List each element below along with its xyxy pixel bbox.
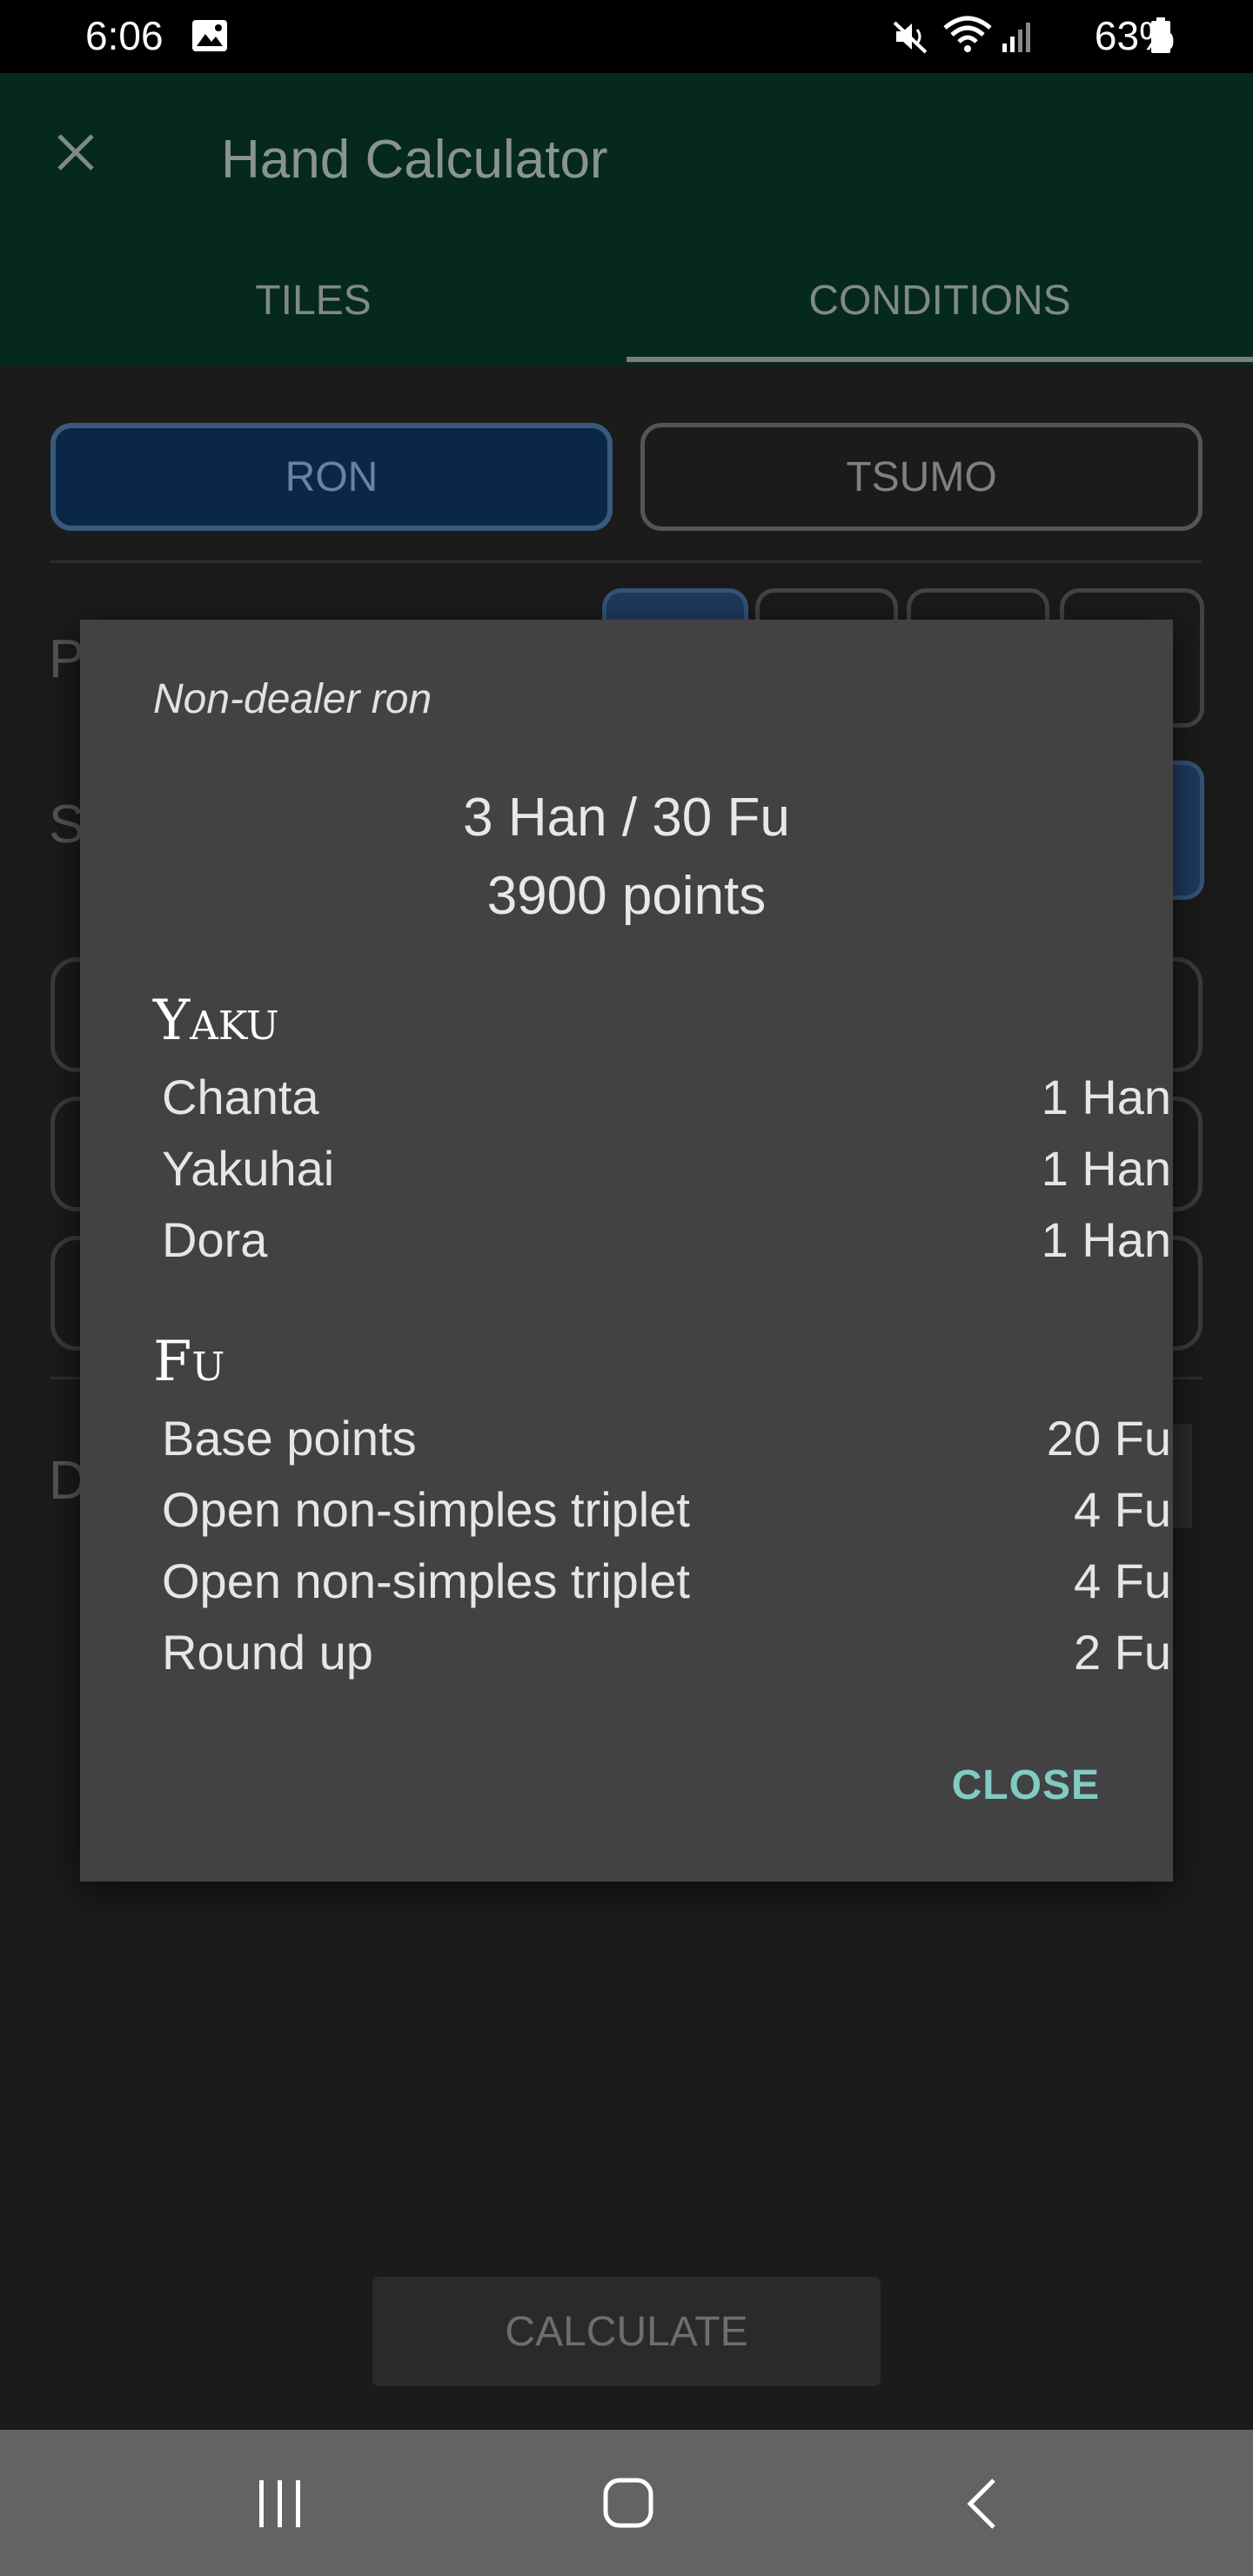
status-bar: 6:06 63%	[0, 0, 1253, 73]
yaku-name: Dora	[162, 1212, 268, 1267]
fu-value: 20 Fu	[1046, 1411, 1171, 1466]
fu-name: Round up	[162, 1625, 373, 1680]
signal-icon	[1002, 23, 1030, 52]
close-icon[interactable]	[54, 131, 97, 174]
status-time: 6:06	[85, 13, 164, 58]
yaku-row: Dora 1 Han	[162, 1211, 1171, 1268]
wifi-icon	[943, 16, 992, 52]
battery-icon	[1151, 17, 1170, 53]
recents-icon[interactable]	[254, 2479, 306, 2529]
fu-name: Open non-simples triplet	[162, 1553, 690, 1608]
fu-row: Open non-simples triplet 4 Fu	[162, 1553, 1171, 1609]
calculate-button[interactable]: CALCULATE	[372, 2277, 881, 2386]
han-fu-summary: 3 Han / 30 Fu	[463, 788, 790, 848]
yaku-row: Yakuhai 1 Han	[162, 1140, 1171, 1197]
fu-name: Base points	[162, 1411, 417, 1466]
result-dialog: Non-dealer ron 3 Han / 30 Fu 3900 points…	[80, 620, 1173, 1882]
fu-name: Open non-simples triplet	[162, 1482, 690, 1537]
fu-row: Open non-simples triplet 4 Fu	[162, 1481, 1171, 1538]
fu-value: 4 Fu	[1073, 1482, 1171, 1537]
fu-row: Base points 20 Fu	[162, 1410, 1171, 1466]
yaku-name: Yakuhai	[162, 1141, 335, 1196]
ron-button[interactable]: RON	[50, 423, 613, 531]
yaku-value: 1 Han	[1041, 1212, 1171, 1267]
tsumo-button[interactable]: TSUMO	[640, 423, 1203, 531]
yaku-heading: Yaku	[153, 989, 279, 1053]
fu-value: 4 Fu	[1073, 1553, 1171, 1608]
home-icon[interactable]	[602, 2477, 654, 2529]
fu-value: 2 Fu	[1073, 1625, 1171, 1680]
yaku-row: Chanta 1 Han	[162, 1069, 1171, 1125]
tab-tiles[interactable]: TILES	[0, 277, 626, 325]
tab-indicator	[626, 357, 1253, 362]
dialog-subtitle: Non-dealer ron	[153, 676, 432, 722]
yaku-value: 1 Han	[1041, 1141, 1171, 1196]
close-button[interactable]: CLOSE	[952, 1761, 1100, 1809]
tab-conditions[interactable]: CONDITIONS	[626, 277, 1253, 325]
divider	[50, 560, 1203, 563]
yaku-name: Chanta	[162, 1070, 319, 1124]
app-title: Hand Calculator	[221, 130, 608, 190]
fu-heading: Fu	[153, 1330, 225, 1394]
mute-icon	[893, 21, 928, 54]
points-summary: 3900 points	[486, 866, 767, 926]
gallery-icon	[192, 20, 227, 51]
back-icon[interactable]	[966, 2477, 997, 2531]
fu-row: Round up 2 Fu	[162, 1624, 1171, 1680]
yaku-value: 1 Han	[1041, 1070, 1171, 1124]
